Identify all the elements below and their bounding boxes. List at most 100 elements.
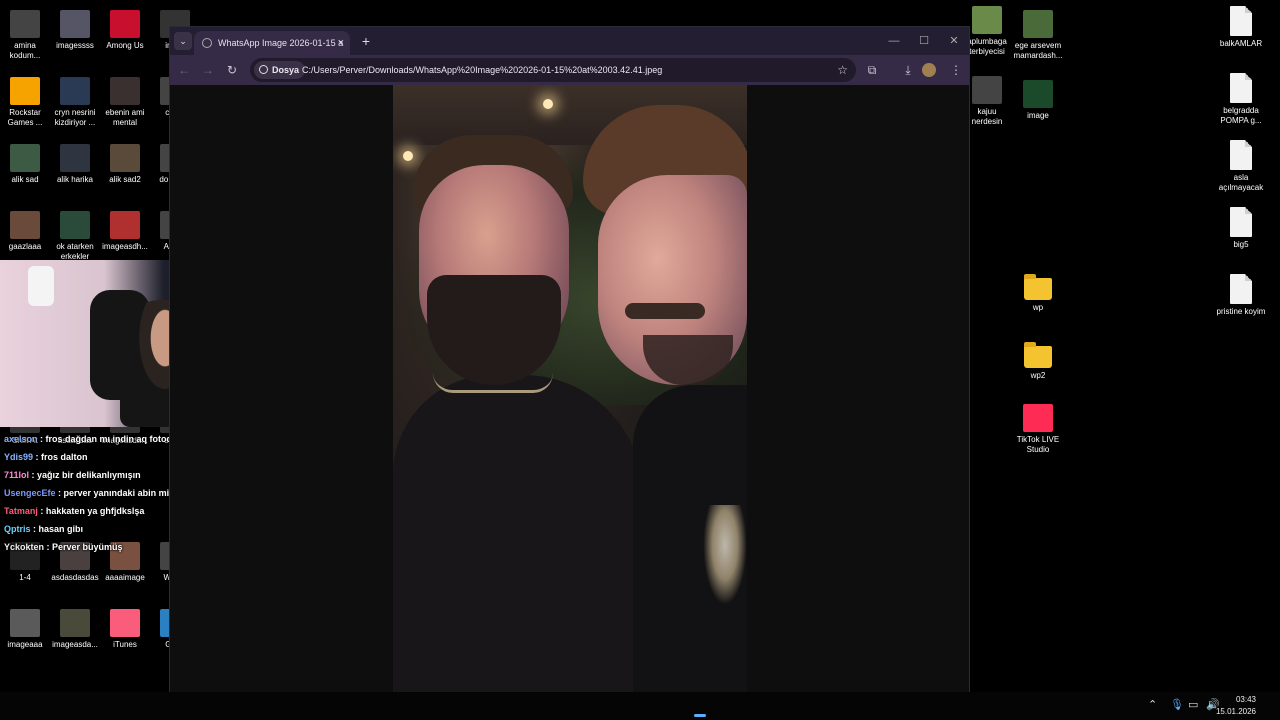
close-window-button[interactable]: ✕: [939, 31, 969, 51]
chevron-up-icon[interactable]: ⌃: [1148, 698, 1157, 711]
desktop-icon[interactable]: imagessss: [50, 10, 100, 51]
chat-separator: :: [55, 488, 64, 498]
image-viewer: [170, 85, 969, 715]
desktop-icon-label: image: [1027, 111, 1049, 120]
folder-icon: [1024, 274, 1052, 300]
minimize-button[interactable]: —: [879, 31, 909, 51]
tab-title: WhatsApp Image 2026-01-15 a: [218, 38, 344, 48]
desktop-icon-label: ebenin ami mental: [105, 108, 145, 127]
video-thumbnail-icon: [60, 77, 90, 105]
desktop-icon-label: imageasdh...: [102, 242, 148, 251]
globe-icon: [202, 38, 212, 48]
text-file-icon: [1230, 140, 1252, 170]
kebab-menu-icon[interactable]: ⋮: [946, 60, 966, 80]
chat-text: Perver büyümüş: [52, 542, 123, 552]
chat-message: UsengecEfe : perver yanındaki abin mi: [4, 484, 194, 502]
desktop-icon[interactable]: imageasda...: [50, 609, 100, 650]
desktop-icon[interactable]: image: [1013, 80, 1063, 121]
active-app-indicator: [694, 714, 706, 717]
desktop-icon-label: balkAMLAR: [1219, 39, 1263, 48]
desktop-icon[interactable]: Among Us: [100, 10, 150, 51]
desktop-icon-label: pristine koyim: [1216, 307, 1266, 316]
chat-separator: :: [29, 470, 38, 480]
desktop-icon[interactable]: imageaaa: [0, 609, 50, 650]
reload-icon[interactable]: ↻: [222, 60, 242, 80]
desktop-icon-label: gaazlaaa: [8, 242, 42, 251]
desktop-icon[interactable]: Rockstar Games ...: [0, 77, 50, 128]
chat-message: Yckokten : Perver büyümüş: [4, 538, 194, 556]
desktop-icon-label: ok atarken erkekler: [56, 242, 94, 261]
desktop-icon[interactable]: ok atarken erkekler: [50, 211, 100, 262]
bookmark-star-icon[interactable]: ☆: [837, 58, 848, 82]
forward-arrow-icon[interactable]: →: [198, 60, 218, 80]
site-info-chip[interactable]: Dosya: [254, 61, 306, 79]
chat-text: perver yanındaki abin mi: [63, 488, 170, 498]
chat-text: hasan gibı: [38, 524, 84, 534]
desktop-icon[interactable]: belgradda POMPA g...: [1216, 73, 1266, 126]
chat-message: Tatmanj : hakkaten ya ghfjdkslşa: [4, 502, 194, 520]
image-thumbnail-icon: [10, 609, 40, 637]
image-thumbnail-icon: [10, 144, 40, 172]
chat-message: axelson : fros dağdan mı indin aq fotoda: [4, 430, 194, 448]
back-arrow-icon[interactable]: ←: [174, 60, 194, 80]
desktop-icon[interactable]: alik sad2: [100, 144, 150, 185]
maximize-button[interactable]: ☐: [909, 31, 939, 51]
chat-separator: :: [30, 524, 39, 534]
tab-search-button[interactable]: ⌄: [174, 32, 192, 50]
desktop-icon[interactable]: ege arsevem mamardash...: [1013, 10, 1063, 61]
chat-username: axelson: [4, 434, 38, 444]
desktop-icon-label: alik harika: [56, 175, 93, 184]
video-thumbnail-icon: [110, 77, 140, 105]
clock-date: 15.01.2026: [1215, 707, 1256, 716]
video-thumbnail-icon: [972, 76, 1002, 104]
desktop-icon[interactable]: asla açılmayacak: [1216, 140, 1266, 193]
image-thumbnail-icon: [110, 144, 140, 172]
new-tab-button[interactable]: +: [356, 31, 376, 51]
image-thumbnail-icon: [10, 211, 40, 239]
chat-message: Ydis99 : fros dalton: [4, 448, 194, 466]
chat-username: Tatmanj: [4, 506, 38, 516]
desktop-icon-label: cryn nesrini kizdiriyor ...: [54, 108, 96, 127]
desktop-icon[interactable]: big5: [1216, 207, 1266, 250]
microphone-icon[interactable]: 🎙: [1170, 698, 1184, 711]
network-icon[interactable]: ▭: [1188, 698, 1198, 711]
download-icon[interactable]: ⤓: [898, 60, 918, 80]
chat-text: hakkaten ya ghfjdkslşa: [45, 506, 145, 516]
desktop-icon[interactable]: cryn nesrini kizdiriyor ...: [50, 77, 100, 128]
desktop-icon[interactable]: TikTok LIVE Studio: [1013, 404, 1063, 455]
desktop-icon[interactable]: alik sad: [0, 144, 50, 185]
person-left-body: [393, 375, 643, 715]
tab-close-button[interactable]: ×: [338, 31, 344, 55]
profile-avatar[interactable]: [922, 63, 936, 77]
image-thumbnail-icon: [60, 211, 90, 239]
address-bar[interactable]: Dosya C:/Users/Perver/Downloads/WhatsApp…: [250, 58, 856, 82]
desktop-icon[interactable]: iTunes: [100, 609, 150, 650]
chat-text: yağız bir delikanlıymışın: [37, 470, 141, 480]
desktop-icon[interactable]: amina kodum...: [0, 10, 50, 61]
taskbar: ⌃ 🎙 ▭ 🔊 03:43 15.01.2026: [0, 692, 1280, 720]
url-text[interactable]: C:/Users/Perver/Downloads/WhatsApp%20Ima…: [302, 58, 662, 82]
desktop-icon[interactable]: wp2: [1013, 340, 1063, 381]
desktop-icon[interactable]: wp: [1013, 272, 1063, 313]
clock[interactable]: 03:43 15.01.2026: [1216, 694, 1256, 718]
browser-toolbar: ← → ↻ Dosya C:/Users/Perver/Downloads/Wh…: [170, 55, 969, 85]
desktop-icon[interactable]: balkAMLAR: [1216, 6, 1266, 49]
extensions-icon[interactable]: ⧉: [862, 60, 882, 80]
image-thumbnail-icon: [60, 609, 90, 637]
desktop-icon[interactable]: ebenin ami mental: [100, 77, 150, 128]
desktop-icon-label: asla açılmayacak: [1218, 173, 1264, 192]
desktop-icon-label: Among Us: [106, 41, 144, 50]
info-icon: [259, 65, 268, 74]
plush-toy: [28, 266, 54, 306]
image-thumbnail-icon: [60, 144, 90, 172]
desktop-icon[interactable]: alik harika: [50, 144, 100, 185]
desktop-icon[interactable]: gaazlaaa: [0, 211, 50, 252]
desktop-icon-label: imageaaa: [7, 640, 43, 649]
tab-active[interactable]: WhatsApp Image 2026-01-15 a ×: [194, 31, 350, 55]
rockstar-games-icon: [10, 77, 40, 105]
chat-text: fros dalton: [41, 452, 88, 462]
chat-text: fros dağdan mı indin aq fotoda: [45, 434, 178, 444]
desktop-icon[interactable]: imageasdh...: [100, 211, 150, 252]
desktop-icon[interactable]: pristine koyim: [1216, 274, 1266, 317]
browser-window[interactable]: ⌄ WhatsApp Image 2026-01-15 a × + — ☐ ✕ …: [169, 26, 970, 715]
